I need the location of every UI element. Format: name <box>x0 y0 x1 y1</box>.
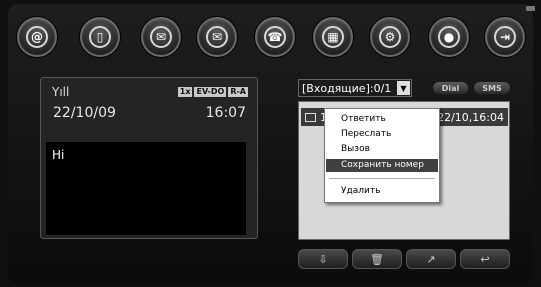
exit-icon: ⇥ <box>494 26 516 48</box>
badge-1x: 1x <box>177 87 193 97</box>
chevron-down-icon[interactable]: ▼ <box>397 81 410 95</box>
message-text-area[interactable]: Hi <box>46 142 246 235</box>
menu-item-delete[interactable]: Удалить <box>326 185 438 198</box>
dial-button[interactable]: Dial <box>433 82 468 94</box>
badge-roaming: R-A <box>228 87 248 97</box>
envelope-icon <box>305 112 316 122</box>
menu-item-forward[interactable]: Переслать <box>326 128 438 141</box>
save-to-phone-button[interactable]: ⇩ <box>298 249 348 269</box>
signal-strength-icon: Yıll <box>52 85 70 99</box>
settings-icon: ⚙ <box>379 26 401 48</box>
main-toolbar: @ ▯ ✉ ✉ ☎ ▦ ⚙ ● ⇥ <box>17 17 527 61</box>
inbox-icon: ✉ <box>206 26 228 48</box>
menu-item-save-number[interactable]: Сохранить номер <box>326 159 438 172</box>
phone-date: 22/10/09 <box>53 105 116 121</box>
phone-icon: ▯ <box>89 26 111 48</box>
phone-time: 16:07 <box>205 105 246 121</box>
menu-item-reply[interactable]: Ответить <box>326 113 438 126</box>
compose-message-icon: ✉ <box>150 26 172 48</box>
menu-item-call[interactable]: Вызов <box>326 143 438 156</box>
network-status: 1x EV-DO R-A <box>177 87 248 97</box>
save-to-phone-icon: ⇩ <box>318 252 328 266</box>
folder-select[interactable]: [Входящие]:0/1 ▼ <box>298 79 412 97</box>
calendar-icon: ▦ <box>322 26 344 48</box>
at-icon: @ <box>26 26 48 48</box>
reply-icon: ↩ <box>480 252 490 266</box>
delete-button[interactable]: 🗑 <box>352 249 402 269</box>
phone-screen-panel: Yıll 1x EV-DO R-A 22/10/09 16:07 Hi <box>40 77 258 239</box>
message-timestamp: 22/10,16:04 <box>437 110 504 124</box>
minimize-button[interactable] <box>526 6 535 11</box>
phonebook-icon: ☎ <box>264 26 286 48</box>
context-menu: Ответить Переслать Вызов Сохранить номер… <box>324 108 440 203</box>
forward-icon: ↗ <box>426 252 436 266</box>
reply-button[interactable]: ↩ <box>460 249 510 269</box>
calendar-button[interactable]: ▦ <box>313 17 353 57</box>
exit-button[interactable]: ⇥ <box>485 17 525 57</box>
chat-icon: ● <box>438 26 460 48</box>
sms-button[interactable]: SMS <box>474 82 510 94</box>
folder-select-value: [Входящие]:0/1 <box>302 81 392 95</box>
menu-separator <box>329 178 435 179</box>
forward-button[interactable]: ↗ <box>406 249 456 269</box>
chat-button[interactable]: ● <box>429 17 469 57</box>
compose-message-button[interactable]: ✉ <box>141 17 181 57</box>
inbox-button[interactable]: ✉ <box>197 17 237 57</box>
phone-button[interactable]: ▯ <box>80 17 120 57</box>
at-button[interactable]: @ <box>17 17 57 57</box>
trash-icon: 🗑 <box>370 252 384 266</box>
settings-button[interactable]: ⚙ <box>370 17 410 57</box>
badge-evdo: EV-DO <box>194 87 227 97</box>
message-text: Hi <box>52 148 65 162</box>
phonebook-button[interactable]: ☎ <box>255 17 295 57</box>
